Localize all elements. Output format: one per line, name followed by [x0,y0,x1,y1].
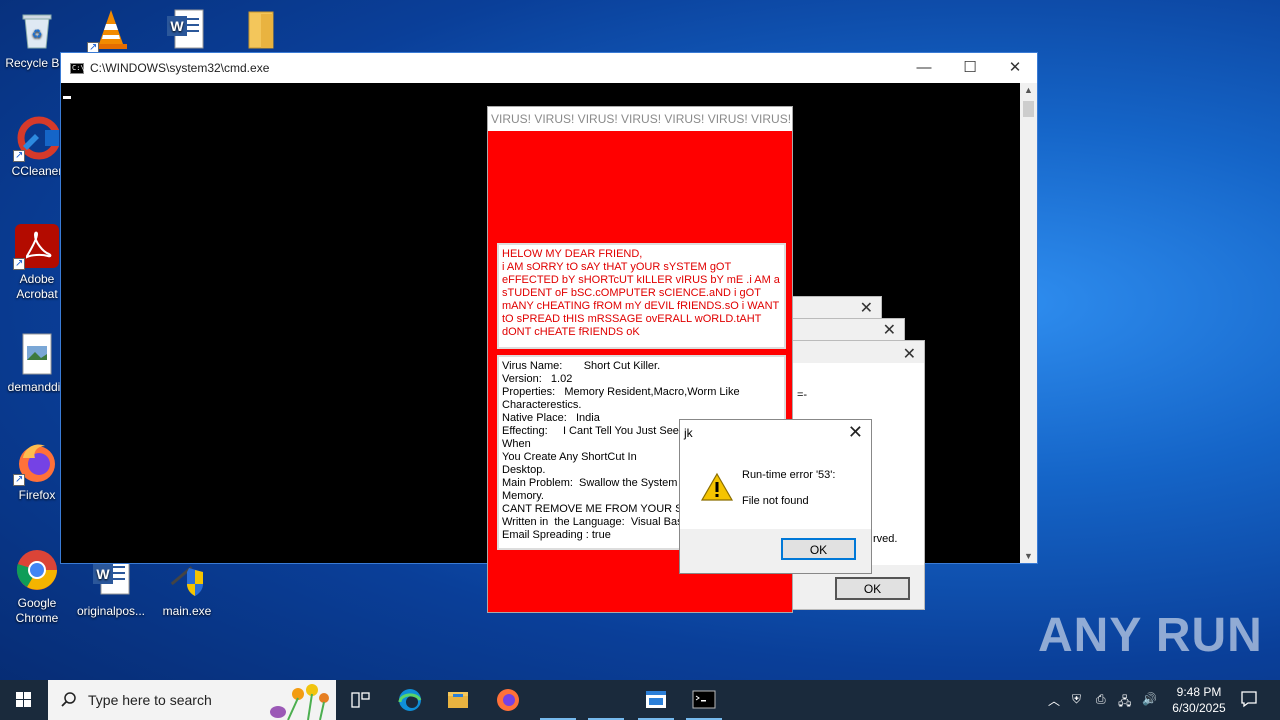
scrollbar-thumb[interactable] [1023,101,1034,117]
application-window-icon [646,691,666,708]
folder-icon [237,8,281,52]
chrome-icon [15,548,59,592]
ok-button[interactable]: OK [835,577,910,600]
scroll-up-arrow-icon[interactable]: ▲ [1024,85,1033,95]
console-cursor [63,96,71,99]
background-dialog-1[interactable]: ✕ [792,296,882,320]
task-view-button[interactable] [336,680,384,720]
edge-icon [398,689,422,711]
desktop-icon-label: main.exe [162,604,212,618]
desktop-icon-vlc[interactable] [74,8,148,56]
recycle-bin-icon: ♻ [15,8,59,52]
vlc-cone-icon [87,8,133,55]
shortcut-arrow-icon [13,256,25,271]
close-icon[interactable]: ✕ [883,320,896,340]
taskbar-edge[interactable] [386,680,434,720]
cmd-titlebar[interactable]: C:\ C:\WINDOWS\system32\cmd.exe — ☐ ✕ [61,53,1037,83]
info-line: Virus Name: Short Cut Killer. [502,360,661,372]
taskbar: Type here to search ︿ ⛨ ⎙ 🖧 🔊 9:48 PM 6/… [0,680,1280,720]
minimize-button[interactable]: — [901,53,947,83]
shortcut-arrow-icon [13,148,25,163]
error-dialog-titlebar[interactable]: jk ✕ [680,420,871,446]
search-icon [61,692,76,707]
file-explorer-icon [448,692,468,708]
network-icon[interactable]: 🖧 [1118,692,1131,713]
taskbar-cmd[interactable] [680,680,728,720]
desktop-icon-label: Google Chrome [15,596,59,625]
clock-date: 6/30/2025 [1172,701,1226,715]
desktop-icon-label: originalpos... [76,604,146,618]
image-file-icon [15,332,59,376]
device-icon[interactable]: ⎙ [1096,692,1106,707]
adobe-acrobat-icon [13,224,59,271]
cmd-app-icon: C:\ [70,63,85,74]
windows-logo-icon [16,692,31,707]
shortcut-arrow-icon [13,472,25,487]
tulips-decoration-icon [270,684,329,720]
error-dialog-footer: OK [680,529,871,573]
info-line: Properties: Memory Resident,Macro,Worm L… [502,386,740,398]
warning-icon [700,472,734,502]
close-icon[interactable]: ✕ [903,344,916,364]
word-document-icon: W [163,8,207,52]
taskbar-app-window[interactable] [534,680,582,720]
maximize-button[interactable]: ☐ [947,53,993,83]
desktop-icon-folder[interactable] [222,8,296,56]
volume-icon[interactable]: 🔊 [1142,692,1157,706]
vertical-scrollbar[interactable]: ▲ ▼ [1020,83,1037,563]
task-view-icon [351,692,370,708]
virus-window-title: VIRUS! VIRUS! VIRUS! VIRUS! VIRUS! VIRUS… [488,107,792,131]
ccleaner-icon [13,116,61,163]
clock-time: 9:48 PM [1176,685,1222,699]
taskbar-search-box[interactable]: Type here to search [48,680,336,720]
search-placeholder: Type here to search [88,692,212,708]
error-message-line1: Run-time error '53': [742,469,836,481]
scroll-down-arrow-icon[interactable]: ▼ [1024,551,1033,561]
close-button[interactable]: ✕ [992,53,1038,83]
svg-text:W: W [170,18,184,34]
info-line: Characterestics. [502,399,582,411]
cmd-window-title: C:\WINDOWS\system32\cmd.exe [90,61,270,75]
runtime-error-dialog[interactable]: jk ✕ Run-time error '53': File not found… [679,419,872,574]
firefox-icon [13,440,59,487]
taskbar-file-explorer[interactable] [434,680,482,720]
taskbar-vb-app[interactable] [632,680,680,720]
show-hidden-icons-chevron-icon[interactable]: ︿ [1048,692,1060,709]
command-prompt-icon [692,690,716,709]
svg-text:♻: ♻ [32,27,43,41]
dialog-text-fragment: rved. [873,533,898,545]
dialog-text-fragment: =- [797,389,808,401]
info-line: Version: 1.02 [502,373,573,385]
error-dialog-title: jk [684,426,693,440]
firefox-icon [497,689,519,711]
taskbar-clock[interactable]: 9:48 PM 6/30/2025 [1160,684,1238,716]
desktop-icon-main-exe[interactable]: main.exe [150,556,224,619]
notifications-icon[interactable] [1240,690,1258,711]
defender-shield-icon[interactable]: ⛨ [1072,692,1081,707]
close-icon[interactable]: ✕ [848,422,863,443]
anyrun-watermark: ANY RUN [1038,609,1263,662]
background-dialog-2[interactable]: ✕ [792,318,905,342]
close-icon[interactable]: ✕ [860,298,873,318]
error-message-line2: File not found [742,495,809,507]
desktop-icon-originalpos[interactable]: W originalpos... [74,556,148,619]
desktop-icon-word-doc[interactable]: W [148,8,222,56]
virus-message-text: HELOW MY DEAR FRIEND, i AM sORRY tO sAY … [502,248,780,338]
taskbar-firefox[interactable] [484,680,532,720]
ok-button[interactable]: OK [781,538,856,560]
svg-text:W: W [96,566,110,582]
virus-message-box: HELOW MY DEAR FRIEND, i AM sORRY tO sAY … [497,243,786,349]
start-button[interactable] [0,680,48,720]
taskbar-app-window[interactable] [582,680,630,720]
